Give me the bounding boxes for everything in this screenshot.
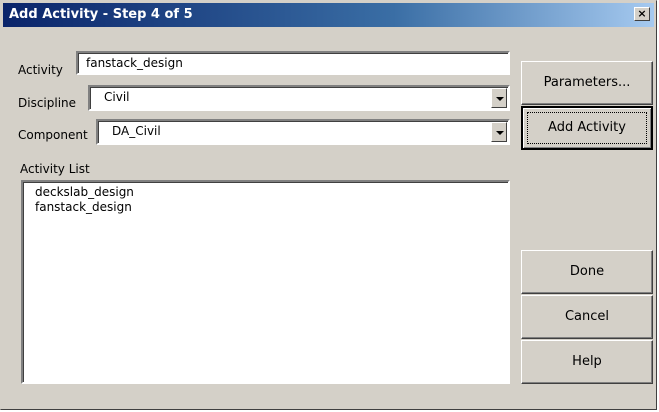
activity-list-label: Activity List bbox=[20, 162, 90, 176]
cancel-button-label: Cancel bbox=[564, 309, 610, 324]
close-icon: × bbox=[637, 7, 647, 20]
activity-input[interactable]: fanstack_design bbox=[76, 51, 510, 75]
add-activity-dialog: Add Activity - Step 4 of 5 × Activity fa… bbox=[0, 0, 657, 410]
done-button[interactable]: Done bbox=[521, 250, 653, 294]
focus-ring bbox=[527, 112, 647, 144]
component-label: Component bbox=[18, 128, 88, 142]
discipline-label: Discipline bbox=[18, 96, 77, 110]
parameters-button-label: Parameters... bbox=[543, 75, 631, 90]
activity-listbox[interactable]: deckslab_design fanstack_design bbox=[21, 180, 510, 384]
discipline-dropdown[interactable]: Civil bbox=[88, 85, 510, 111]
discipline-dropdown-value: Civil bbox=[104, 90, 130, 104]
chevron-down-icon[interactable] bbox=[491, 88, 507, 108]
done-button-label: Done bbox=[569, 264, 605, 279]
component-dropdown-value: DA_Civil bbox=[112, 124, 161, 138]
help-button[interactable]: Help bbox=[521, 340, 653, 384]
activity-input-value: fanstack_design bbox=[86, 56, 183, 70]
window-title: Add Activity - Step 4 of 5 bbox=[9, 7, 193, 22]
parameters-button[interactable]: Parameters... bbox=[521, 61, 653, 105]
title-bar: Add Activity - Step 4 of 5 × bbox=[3, 3, 654, 27]
activity-label: Activity bbox=[18, 63, 63, 77]
help-button-label: Help bbox=[572, 354, 602, 369]
list-item[interactable]: fanstack_design bbox=[35, 200, 508, 215]
close-button[interactable]: × bbox=[634, 7, 650, 21]
list-item[interactable]: deckslab_design bbox=[35, 185, 508, 200]
chevron-down-icon[interactable] bbox=[491, 122, 507, 142]
component-dropdown[interactable]: DA_Civil bbox=[96, 119, 510, 145]
cancel-button[interactable]: Cancel bbox=[521, 295, 653, 339]
add-activity-button[interactable]: Add Activity bbox=[521, 106, 653, 150]
